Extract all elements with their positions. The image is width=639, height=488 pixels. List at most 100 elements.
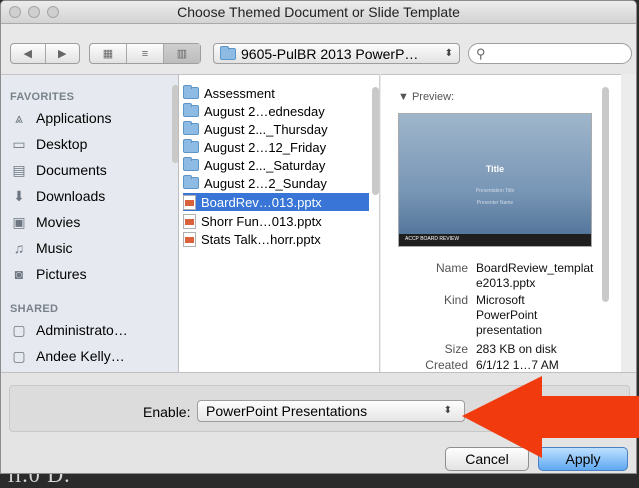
red-arrow-annotation — [462, 376, 639, 458]
powerpoint-file-icon — [183, 213, 196, 229]
downloads-icon: ⬇ — [13, 187, 25, 204]
file-name: August 2…ednesday — [204, 103, 325, 119]
powerpoint-file-icon — [183, 194, 196, 210]
music-icon: ♫ — [13, 240, 25, 256]
folder-icon — [183, 121, 199, 135]
zoom-window-button[interactable] — [47, 6, 59, 18]
column-view-button[interactable]: ▥ — [163, 44, 200, 63]
thumb-footer-bar: ACCP BOARD REVIEW — [399, 234, 591, 246]
icon-view-button[interactable]: ▦ — [90, 44, 126, 63]
sidebar-item-label: Andee Kelly… — [36, 348, 125, 364]
list-item[interactable]: August 2..._Saturday▶ — [183, 156, 473, 174]
forward-icon: ▶ — [58, 48, 67, 60]
list-item[interactable]: Stats Talk…horr.pptx — [183, 230, 321, 248]
thumb-subtitle: Presentation Title — [475, 188, 515, 194]
file-column: Assessment▶ August 2…ednesday▶ August 2.… — [179, 74, 476, 372]
sidebar-item-label: Downloads — [36, 188, 106, 204]
folder-icon — [183, 157, 199, 171]
preview-thumbnail: Title Presentation Title Presenter Name … — [398, 113, 592, 247]
sidebar-item-andee-kelly[interactable]: ▢ Andee Kelly… — [10, 345, 125, 367]
sidebar-item-label: Music — [36, 240, 73, 256]
sidebar-scrollbar[interactable] — [172, 85, 178, 163]
enable-label: Enable: — [143, 404, 191, 420]
sidebar-item-label: Movies — [36, 214, 81, 230]
sidebar: FAVORITES ⩓ Applications ▭ Desktop ▤ Doc… — [1, 74, 179, 372]
thumb-footer: ACCP BOARD REVIEW — [405, 236, 460, 242]
sidebar-item-applications[interactable]: ⩓ Applications — [10, 107, 112, 129]
meta-name-value: BoardReview_template2013.pptx — [476, 261, 594, 290]
back-forward-control: ◀ ▶ — [10, 43, 80, 64]
meta-created-value: 6/1/12 1…7 AM — [476, 358, 559, 372]
file-name: August 2..._Thursday — [204, 121, 328, 137]
toolbar: ◀ ▶ ▦ ≡ ▥ 9605-PulBR 2013 PowerP… ⬍ ⚲ — [1, 24, 636, 74]
folder-icon — [183, 103, 199, 117]
file-column-scrollbar[interactable] — [372, 87, 379, 195]
sidebar-item-movies[interactable]: ▣ Movies — [10, 211, 80, 233]
minimize-window-button[interactable] — [28, 6, 40, 18]
search-field[interactable]: ⚲ — [468, 43, 632, 64]
sidebar-item-pictures[interactable]: ◙ Pictures — [10, 263, 87, 285]
movies-icon: ▣ — [12, 213, 26, 230]
file-name: Assessment — [204, 85, 275, 101]
file-name: Shorr Fun…013.pptx — [201, 213, 322, 229]
desktop-icon: ▭ — [12, 135, 26, 152]
thumb-title: Title — [485, 164, 505, 174]
sidebar-favorites-header: FAVORITES — [10, 91, 75, 103]
sidebar-item-desktop[interactable]: ▭ Desktop — [10, 133, 87, 155]
list-item[interactable]: August 2…ednesday▶ — [183, 102, 473, 120]
sidebar-item-documents[interactable]: ▤ Documents — [10, 159, 107, 181]
meta-size-key: Size — [444, 342, 468, 356]
documents-icon: ▤ — [12, 161, 26, 178]
powerpoint-file-icon — [183, 231, 196, 247]
applications-icon: ⩓ — [15, 109, 23, 126]
meta-kind-value: Microsoft PowerPoint presentation — [476, 293, 543, 337]
view-mode-control: ▦ ≡ ▥ — [89, 43, 201, 64]
list-item[interactable]: August 2…2_Sunday▶ — [183, 174, 475, 192]
folder-icon — [183, 175, 199, 189]
sidebar-item-downloads[interactable]: ⬇ Downloads — [10, 185, 105, 207]
close-window-button[interactable] — [9, 6, 21, 18]
forward-button[interactable]: ▶ — [44, 44, 80, 63]
folder-icon — [183, 139, 199, 153]
enable-popup-value: PowerPoint Presentations — [206, 403, 368, 419]
icon-view-icon: ▦ — [102, 48, 114, 60]
back-icon: ◀ — [23, 48, 32, 60]
sidebar-item-administrator[interactable]: ▢ Administrato… — [10, 319, 128, 341]
file-name: Stats Talk…horr.pptx — [201, 231, 321, 247]
pictures-icon: ◙ — [14, 266, 24, 282]
preview-scrollbar[interactable] — [602, 87, 609, 302]
file-name: August 2..._Saturday — [204, 157, 326, 173]
back-button[interactable]: ◀ — [11, 44, 45, 63]
updown-icon: ⬍ — [443, 405, 452, 416]
enable-popup[interactable]: PowerPoint Presentations ⬍ — [197, 400, 465, 422]
sidebar-item-label: Desktop — [36, 136, 88, 152]
computer-icon: ▢ — [12, 347, 26, 364]
search-icon: ⚲ — [476, 46, 486, 61]
meta-kind-key: Kind — [443, 293, 468, 307]
updown-icon: ⬍ — [444, 48, 453, 59]
sidebar-item-label: Documents — [36, 162, 107, 178]
list-view-button[interactable]: ≡ — [126, 44, 163, 63]
file-name: BoardRev…013.pptx — [201, 194, 322, 210]
sidebar-item-label: Applications — [36, 110, 112, 126]
thumb-presenter: Presenter Name — [476, 200, 514, 206]
folder-icon — [220, 45, 236, 60]
sidebar-shared-header: SHARED — [10, 303, 59, 315]
folder-icon — [183, 85, 199, 99]
window-title: Choose Themed Document or Slide Template — [177, 4, 460, 20]
list-view-icon: ≡ — [141, 47, 149, 60]
sidebar-item-label: Pictures — [36, 266, 87, 282]
list-item[interactable]: August 2..._Thursday▶ — [183, 120, 476, 138]
list-item[interactable]: Shorr Fun…013.pptx — [183, 212, 322, 230]
file-name: August 2…12_Friday — [204, 139, 327, 155]
list-item[interactable]: Assessment▶ — [183, 84, 423, 102]
list-item-selected[interactable]: BoardRev…013.pptx — [183, 193, 369, 211]
path-popup[interactable]: 9605-PulBR 2013 PowerP… ⬍ — [213, 43, 460, 64]
meta-name-key: Name — [435, 261, 468, 275]
sidebar-item-label: Administrato… — [36, 322, 128, 338]
sidebar-item-music[interactable]: ♫ Music — [10, 237, 73, 259]
column-view-icon: ▥ — [176, 48, 188, 60]
title-bar: Choose Themed Document or Slide Template — [1, 1, 636, 24]
meta-size-value: 283 KB on disk — [476, 342, 557, 356]
list-item[interactable]: August 2…12_Friday▶ — [183, 138, 474, 156]
